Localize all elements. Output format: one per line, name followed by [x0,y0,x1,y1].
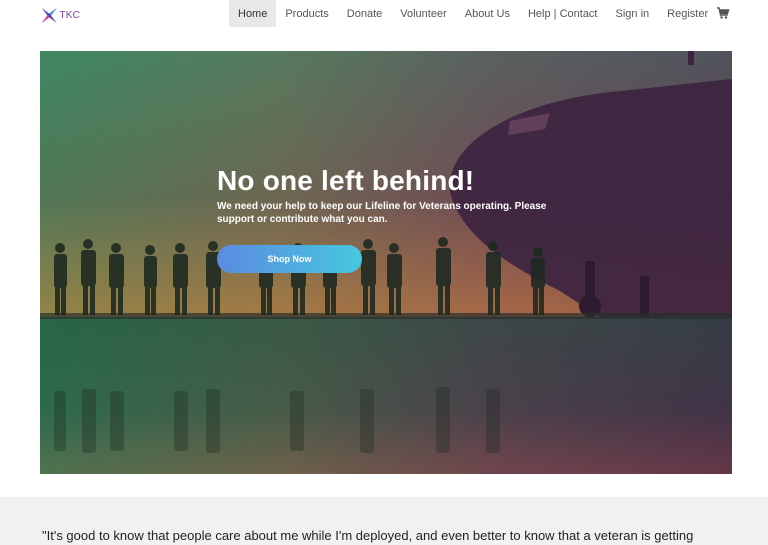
nav-products[interactable]: Products [276,0,337,27]
hero-title: No one left behind! [217,165,475,196]
main-nav: Home Products Donate Volunteer About Us … [229,0,717,27]
site-logo[interactable]: TKC [40,5,80,25]
nav-volunteer[interactable]: Volunteer [391,0,455,27]
shop-now-button[interactable]: Shop Now [217,245,362,273]
nav-home[interactable]: Home [229,0,277,27]
logo-text: TKC [59,9,80,21]
hero-subtitle: We need your help to keep our Lifeline f… [217,201,547,225]
nav-about-us[interactable]: About Us [456,0,519,27]
nav-donate[interactable]: Donate [338,0,391,27]
site-header: TKC Home Products Donate Volunteer About… [0,0,768,28]
nav-sign-in[interactable]: Sign in [607,0,659,27]
testimonial-band: "It's good to know that people care abou… [0,497,768,545]
cart-icon[interactable] [716,6,730,20]
nav-register[interactable]: Register [658,0,717,27]
testimonial-quote: "It's good to know that people care abou… [42,528,694,543]
soldiers-plane-silhouette [40,51,732,453]
tkc-star-logo-icon [41,7,57,23]
nav-help-contact[interactable]: Help | Contact [519,0,607,27]
hero-banner: No one left behind! We need your help to… [40,51,732,474]
